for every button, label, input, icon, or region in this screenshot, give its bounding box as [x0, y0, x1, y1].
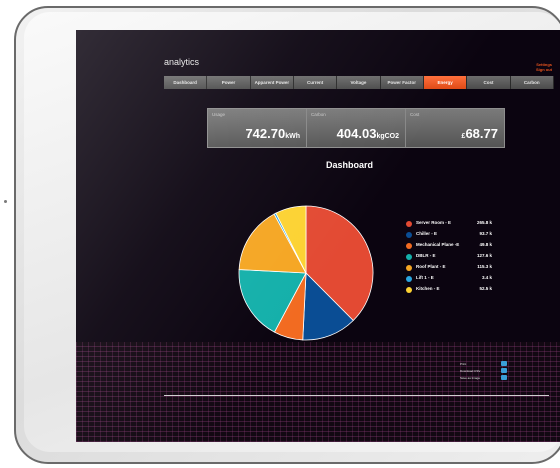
legend-label: Roof Plant - E — [416, 264, 446, 269]
footer-divider — [164, 395, 549, 396]
legend-value: 115.3 k — [477, 264, 492, 269]
legend-label: Chiller - E — [416, 231, 438, 236]
tab-voltage[interactable]: Voltage — [337, 76, 381, 89]
legend-value: 265.8 k — [476, 220, 492, 225]
carbon-stat: Carbon 404.03kgCO2 — [307, 109, 406, 147]
usage-value-display: 742.70kWh — [245, 126, 300, 141]
save-image-button[interactable] — [501, 375, 507, 380]
legend-label: Mechanical Plane -E — [416, 242, 460, 247]
grid-floor-background — [76, 342, 560, 442]
cost-value: 68.77 — [465, 126, 498, 141]
legend-item[interactable]: DBLR - E 127.6 k — [406, 252, 496, 263]
legend-value: 52.5 k — [479, 286, 492, 291]
dashboard-title: Dashboard — [326, 160, 374, 170]
carbon-label: Carbon — [311, 112, 326, 117]
download-csv-label: Download CSV — [460, 369, 481, 373]
legend-label: Kitchen - E — [416, 286, 440, 291]
legend-swatch — [406, 254, 412, 260]
cost-label: Cost — [410, 112, 420, 117]
legend-swatch — [406, 232, 412, 238]
tab-cost[interactable]: Cost — [467, 76, 511, 89]
legend-item[interactable]: Server Room - E 265.8 k — [406, 219, 496, 230]
energy-pie-chart — [238, 205, 374, 341]
usage-unit: kWh — [285, 133, 300, 140]
legend-value: 93.7 k — [479, 231, 492, 236]
download-csv-button[interactable] — [501, 368, 507, 373]
legend-value: 49.8 k — [479, 242, 492, 247]
legend-swatch — [406, 287, 412, 293]
legend-item[interactable]: Kitchen - E 52.5 k — [406, 285, 496, 296]
save-image-label: Save as Image — [460, 376, 481, 380]
main-nav: Dashboard Power Apparent Power Current V… — [164, 76, 554, 89]
legend-label: DBLR - E — [416, 253, 436, 258]
legend-item[interactable]: Roof Plant - E 115.3 k — [406, 263, 496, 274]
tablet-side-button — [4, 200, 7, 203]
chart-legend: Server Room - E 265.8 k Chiller - E 93.7 k M… — [406, 219, 496, 296]
cost-stat: Cost £68.77 — [406, 109, 504, 147]
print-button[interactable] — [501, 361, 507, 366]
print-label: Print — [460, 362, 467, 366]
legend-label: Server Room - E — [416, 220, 452, 225]
legend-swatch — [406, 243, 412, 249]
tablet-screen: analytics Settings Sign out Dashboard Po… — [76, 30, 560, 442]
print-action: Print — [460, 361, 508, 368]
legend-label: Lift 1 - E — [416, 275, 434, 280]
tab-power[interactable]: Power — [207, 76, 251, 89]
tab-carbon[interactable]: Carbon — [510, 76, 554, 89]
tab-current[interactable]: Current — [293, 76, 338, 89]
legend-value: 127.6 k — [476, 253, 492, 258]
legend-item[interactable]: Chiller - E 93.7 k — [406, 230, 496, 241]
legend-swatch — [406, 276, 412, 282]
legend-swatch — [406, 265, 412, 271]
usage-stat: Usage 742.70kWh — [208, 109, 307, 147]
usage-value: 742.70 — [245, 126, 286, 141]
sign-out-link[interactable]: Sign out — [536, 67, 552, 72]
app-title: analytics — [164, 57, 200, 67]
tab-dashboard[interactable]: Dashboard — [164, 76, 208, 89]
tab-power-factor[interactable]: Power Factor — [380, 76, 424, 89]
carbon-value-display: 404.03kgCO2 — [337, 126, 399, 141]
usage-label: Usage — [212, 112, 226, 117]
carbon-value: 404.03 — [336, 126, 377, 141]
legend-item[interactable]: Lift 1 - E 3.4 k — [406, 274, 496, 285]
top-links: Settings Sign out — [536, 62, 552, 72]
cost-value-display: £68.77 — [462, 126, 498, 141]
chart-actions: Print Download CSV Save as Image — [460, 361, 508, 382]
download-csv-action: Download CSV — [460, 368, 508, 375]
tab-apparent-power[interactable]: Apparent Power — [250, 76, 294, 89]
save-image-action: Save as Image — [460, 375, 508, 382]
legend-swatch — [406, 221, 412, 227]
stats-panel: Usage 742.70kWh Carbon 404.03kgCO2 Cost … — [207, 108, 505, 148]
legend-value: 3.4 k — [481, 275, 492, 280]
tab-energy[interactable]: Energy — [423, 76, 468, 89]
carbon-unit: kgCO2 — [376, 133, 399, 140]
legend-item[interactable]: Mechanical Plane -E 49.8 k — [406, 241, 496, 252]
